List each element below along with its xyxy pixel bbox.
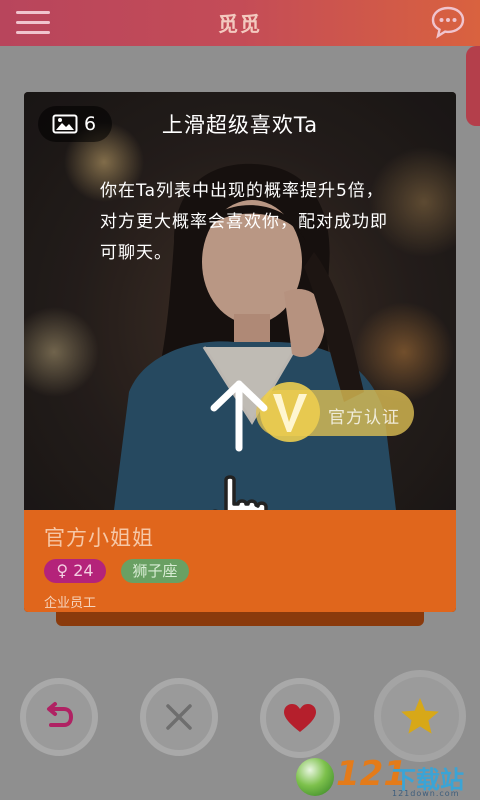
verified-label: 官方认证 [328, 408, 400, 428]
verified-badge: 官方认证 [256, 382, 414, 446]
age-value: 24 [73, 561, 94, 580]
star-icon [401, 698, 439, 734]
profile-info: 官方小姐姐 ♀ 24 狮子座 企业员工 [24, 510, 456, 612]
super-like-button[interactable] [374, 670, 466, 762]
like-button[interactable] [260, 678, 340, 758]
pass-button[interactable] [140, 678, 218, 756]
profile-name: 官方小姐姐 [44, 526, 154, 550]
undo-button[interactable] [20, 678, 98, 756]
watermark-domain: 121down.com [392, 789, 460, 798]
app-bar: 觅觅 [0, 0, 480, 46]
tip-title: 上滑超级喜欢Ta [161, 113, 319, 137]
gender-age-tag: ♀ 24 [44, 559, 106, 583]
tip-body: 你在Ta列表中出现的概率提升5倍，对方更大概率会喜欢你，配对成功即可聊天。 [100, 181, 388, 263]
verified-v-icon [273, 394, 307, 432]
app-title: 觅觅 [218, 12, 262, 36]
occupation: 企业员工 [44, 596, 97, 611]
side-panel-edge [466, 46, 480, 126]
swipe-up-arrow-icon [210, 380, 268, 452]
zodiac-tag: 狮子座 [121, 559, 189, 583]
profile-card[interactable]: 6 上滑超级喜欢Ta 你在Ta列表中出现的概率提升5倍，对方更大概率会喜欢你，配… [24, 92, 456, 612]
chat-bubble-icon[interactable] [430, 4, 466, 40]
heart-icon [284, 704, 316, 732]
watermark-logo: 121 下载站 121down.com [296, 754, 476, 800]
female-icon: ♀ [56, 561, 69, 580]
close-icon [166, 704, 192, 730]
undo-icon [47, 702, 74, 727]
